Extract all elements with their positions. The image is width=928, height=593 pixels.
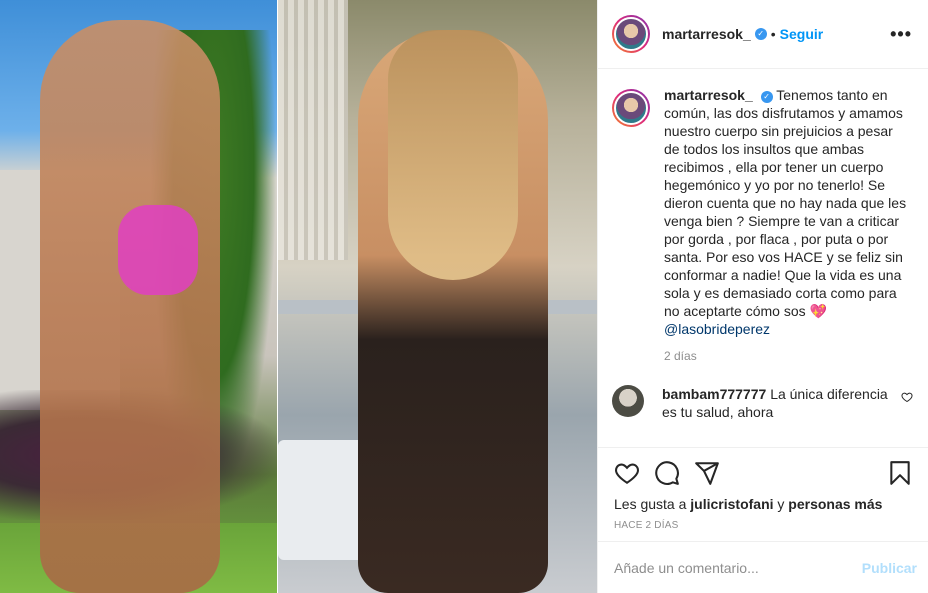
likes-prefix: Les gusta a [614, 496, 687, 512]
heart-emoji-icon: 💖 [809, 303, 827, 319]
pink-swimsuit [118, 205, 198, 295]
post-header: martarresok_ ✓ • Seguir ••• [598, 0, 928, 69]
macrame-curtain [277, 0, 348, 260]
verified-badge-icon: ✓ [754, 28, 767, 40]
mention-link[interactable]: @lasobrideperez [664, 321, 770, 337]
heart-icon[interactable] [614, 460, 640, 486]
likes-others-link[interactable]: personas más [788, 496, 882, 512]
post-side-panel: martarresok_ ✓ • Seguir ••• martarresok_… [597, 0, 928, 593]
paper-plane-icon[interactable] [694, 460, 720, 486]
author-avatar[interactable] [612, 15, 650, 53]
caption-text: martarresok_ ✓ Tenemos tanto en común, l… [664, 86, 910, 338]
bookmark-icon[interactable] [887, 460, 913, 486]
comments-list[interactable]: martarresok_ ✓ Tenemos tanto en común, l… [598, 70, 928, 447]
avatar-image [614, 17, 648, 51]
likes-connector: y [777, 496, 785, 512]
more-options-icon[interactable]: ••• [890, 24, 912, 45]
caption-author-username[interactable]: martarresok_ [664, 87, 753, 103]
author-username[interactable]: martarresok_ [662, 26, 751, 42]
follow-button[interactable]: Seguir [780, 26, 824, 42]
caption-body: Tenemos tanto en común, las dos disfruta… [664, 87, 907, 319]
avatar-image [614, 91, 648, 125]
post-actions: Les gusta a julicristofani y personas má… [598, 447, 928, 541]
comment-text: bambam777777 La única diferencia es tu s… [662, 385, 892, 421]
comment-bubble-icon[interactable] [654, 460, 680, 486]
comment-input[interactable] [614, 559, 862, 576]
post-timestamp[interactable]: Hace 2 días [614, 520, 913, 531]
caption-time[interactable]: 2 días [664, 349, 913, 363]
comment-author-username[interactable]: bambam777777 [662, 386, 766, 402]
add-comment-form: Publicar [598, 541, 928, 593]
comment-like-icon[interactable] [901, 391, 913, 406]
action-bar [614, 460, 913, 486]
photo-right [277, 0, 597, 593]
photo-left [0, 0, 277, 593]
header-separator: • [770, 26, 776, 42]
white-chair [277, 440, 368, 560]
comment-author-avatar[interactable] [612, 385, 644, 417]
person-left-figure [40, 20, 220, 593]
caption-author-avatar[interactable] [612, 89, 650, 127]
caption: martarresok_ ✓ Tenemos tanto en común, l… [612, 86, 913, 338]
blonde-hair [387, 30, 518, 280]
publish-button[interactable]: Publicar [862, 560, 917, 576]
likes-user-link[interactable]: julicristofani [690, 496, 773, 512]
comment-item: bambam777777 La única diferencia es tu s… [612, 385, 913, 421]
verified-badge-icon: ✓ [760, 91, 773, 103]
post-media[interactable] [0, 0, 597, 593]
likes-summary: Les gusta a julicristofani y personas má… [614, 496, 913, 512]
